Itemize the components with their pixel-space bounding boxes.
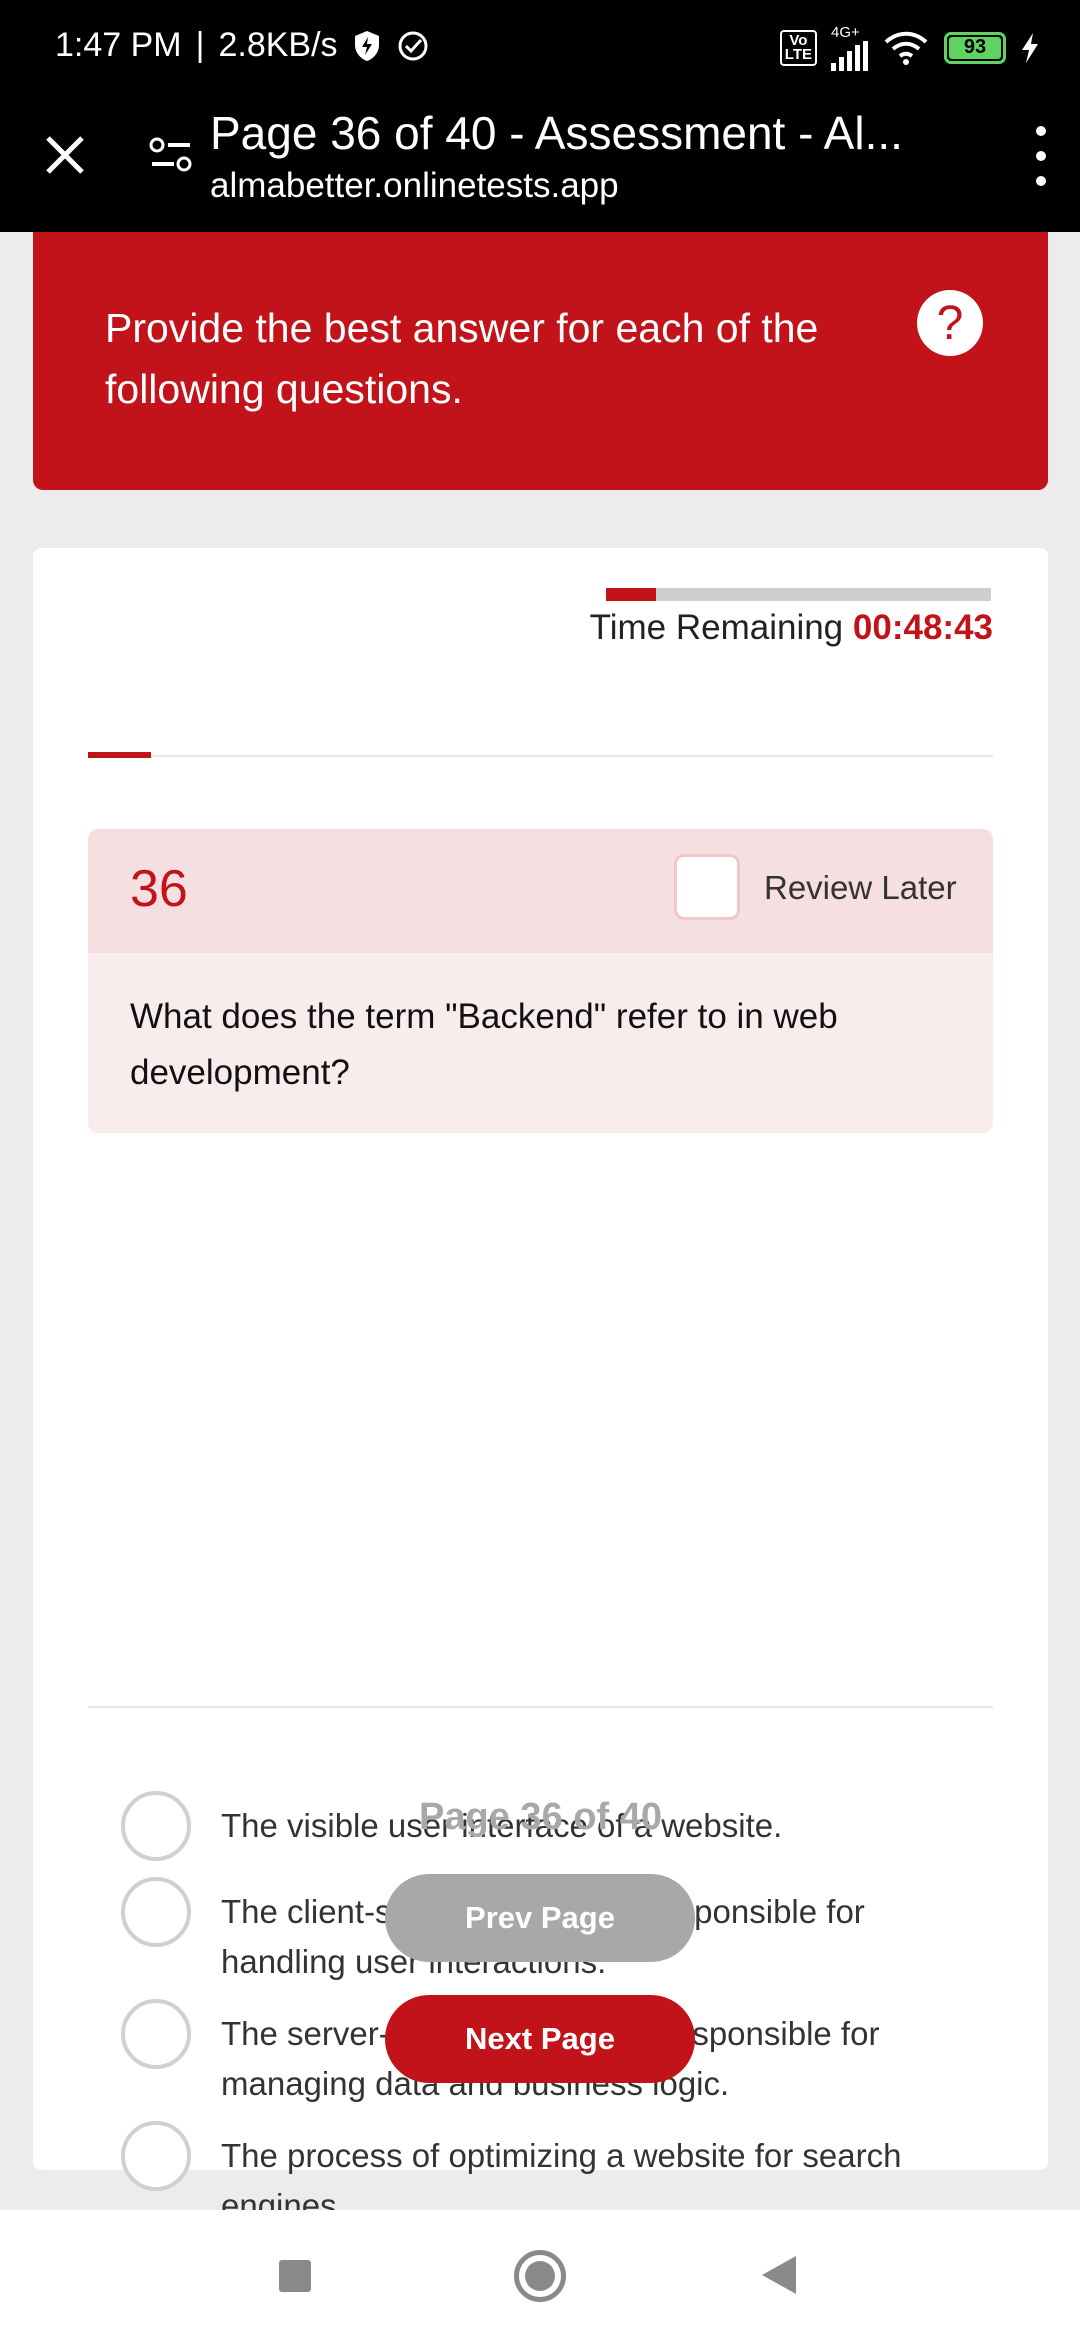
status-right: Vo LTE 4G+ 93 <box>779 24 1040 71</box>
battery-level: 93 <box>949 36 1001 59</box>
recents-icon[interactable] <box>279 2260 311 2292</box>
check-circle-icon <box>398 31 428 60</box>
signal-icon <box>831 41 868 71</box>
status-separator: | <box>195 26 205 64</box>
charging-icon <box>1022 32 1038 63</box>
status-net-speed: 2.8KB/s <box>218 26 338 64</box>
assessment-progress-bar <box>88 752 993 758</box>
question-text: What does the term "Backend" refer to in… <box>130 997 838 1092</box>
volte-badge: Vo LTE <box>779 29 817 66</box>
question-header: 36 Review Later <box>88 829 993 953</box>
review-later-label[interactable]: Review Later <box>764 869 957 907</box>
instructions-text: Provide the best answer for each of the … <box>105 305 819 412</box>
option-radio[interactable] <box>121 1999 191 2069</box>
assessment-progress-fill <box>88 752 152 758</box>
prev-page-button[interactable]: Prev Page <box>385 1874 695 1962</box>
page-settings-icon[interactable] <box>148 132 194 178</box>
shield-icon <box>354 30 379 61</box>
battery-icon: 93 <box>944 31 1006 64</box>
page-indicator: Page 36 of 40 <box>419 1796 662 1838</box>
review-later-checkbox[interactable] <box>674 854 740 920</box>
question-body: What does the term "Backend" refer to in… <box>88 953 993 1133</box>
page-title: Page 36 of 40 - Assessment - Al... <box>210 107 903 159</box>
status-bar: 1:47 PM | 2.8KB/s Vo LTE 4G+ 93 <box>0 0 1080 96</box>
timer-label: Time Remaining <box>589 608 844 647</box>
option-radio[interactable] <box>121 2121 191 2191</box>
status-time: 1:47 PM <box>55 26 182 64</box>
divider <box>88 1706 993 1708</box>
back-icon[interactable] <box>762 2256 796 2294</box>
question-number: 36 <box>130 860 188 918</box>
network-indicator: 4G+ <box>831 24 868 71</box>
system-nav-bar <box>0 2210 1080 2340</box>
close-icon[interactable] <box>40 130 90 180</box>
more-vert-icon[interactable] <box>1026 126 1056 186</box>
question-card: Time Remaining 00:48:43 36 Review Later … <box>33 548 1048 2224</box>
home-icon[interactable] <box>514 2250 566 2302</box>
timer: Time Remaining 00:48:43 <box>590 608 993 648</box>
next-page-button[interactable]: Next Page <box>385 1995 695 2083</box>
timer-progress-bar <box>606 588 991 601</box>
timer-progress-fill <box>606 588 657 601</box>
instructions-banner: Provide the best answer for each of the … <box>33 232 1048 490</box>
status-left: 1:47 PM | 2.8KB/s <box>55 26 430 65</box>
browser-toolbar: Page 36 of 40 - Assessment - Al... almab… <box>0 96 1080 232</box>
wifi-icon <box>884 31 928 65</box>
help-icon[interactable]: ? <box>917 290 983 356</box>
timer-value: 00:48:43 <box>852 608 993 647</box>
network-type: 4G+ <box>831 24 860 41</box>
page-url[interactable]: almabetter.onlinetests.app <box>210 166 619 206</box>
option-radio[interactable] <box>121 1877 191 1947</box>
